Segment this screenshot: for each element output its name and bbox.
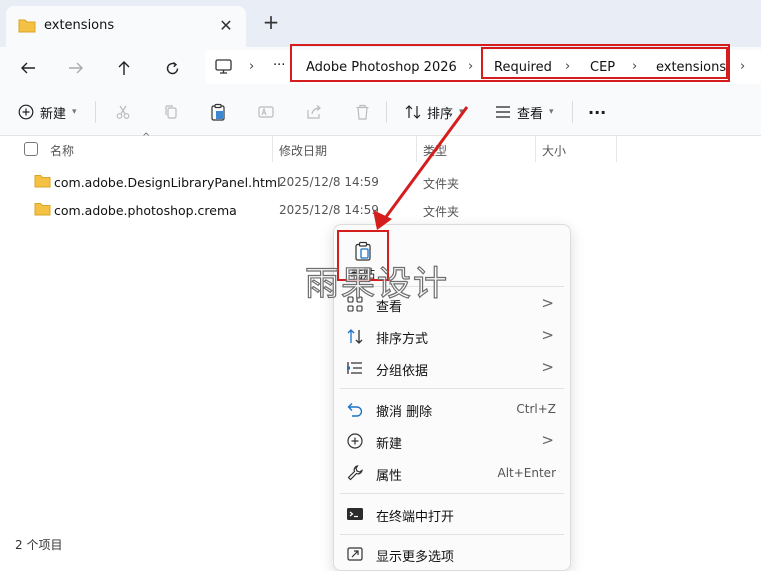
select-all-checkbox[interactable] [24, 142, 38, 156]
column-type[interactable]: 类型 [423, 142, 447, 159]
view-label: 查看 [517, 106, 544, 122]
navigation-bar: › ··· Adobe Photoshop 2026 › Required › … [0, 44, 761, 89]
menu-item-show-more[interactable]: 显示更多选项 [334, 539, 570, 569]
column-divider[interactable] [616, 136, 617, 162]
column-header: ^ 名称 修改日期 类型 大小 [0, 132, 761, 162]
chevron-right-icon: > [541, 326, 554, 344]
plus-circle-icon [346, 432, 364, 450]
sort-icon [346, 327, 364, 345]
menu-item-open-terminal[interactable]: 在终端中打开 [334, 499, 570, 529]
new-button[interactable]: 新建 ▾ [18, 99, 77, 125]
address-more-button[interactable]: ··· [273, 58, 285, 73]
subpath-highlight-box [481, 47, 728, 79]
file-row[interactable]: com.adobe.photoshop.crema 2025/12/8 14:5… [0, 197, 600, 223]
close-tab-icon[interactable]: ✕ [216, 15, 236, 35]
wrench-icon [346, 464, 364, 482]
sort-label: 排序 [427, 106, 454, 122]
file-name[interactable]: com.adobe.photoshop.crema [54, 203, 237, 218]
menu-item-properties[interactable]: 属性 Alt+Enter [334, 458, 570, 488]
chevron-right-icon: > [541, 431, 554, 449]
menu-item-new[interactable]: 新建 > [334, 426, 570, 456]
file-type: 文件夹 [423, 177, 460, 191]
new-tab-button[interactable]: + [260, 12, 282, 34]
menu-item-undo-delete[interactable]: 撤消 删除 Ctrl+Z [334, 394, 570, 424]
chevron-right-icon: › [249, 59, 255, 74]
chevron-right-icon: › [740, 59, 746, 74]
menu-divider [340, 534, 564, 535]
menu-item-label: 新建 [376, 437, 403, 452]
chevron-right-icon: > [541, 294, 554, 312]
share-icon[interactable] [306, 99, 322, 125]
menu-divider [340, 493, 564, 494]
column-size[interactable]: 大小 [542, 142, 566, 159]
file-row[interactable]: com.adobe.DesignLibraryPanel.html 2025/1… [0, 169, 600, 195]
view-lines-icon [496, 106, 510, 118]
menu-item-sort-by[interactable]: 排序方式 > [334, 321, 570, 351]
back-arrow-icon[interactable] [14, 55, 42, 81]
cut-icon[interactable] [115, 99, 131, 125]
column-modified[interactable]: 修改日期 [279, 142, 327, 159]
delete-icon[interactable] [355, 99, 370, 125]
column-divider[interactable] [416, 136, 417, 162]
refresh-icon[interactable] [158, 55, 186, 81]
sort-button[interactable]: 排序 ▾ [405, 99, 464, 125]
tab-extensions[interactable]: extensions ✕ [6, 6, 246, 47]
folder-icon [18, 18, 36, 37]
more-options-button[interactable]: ··· [588, 99, 606, 125]
computer-icon[interactable] [215, 59, 232, 78]
sort-asc-icon: ^ [142, 132, 151, 143]
plus-circle-icon [18, 104, 34, 120]
divider [572, 101, 573, 123]
title-bar: extensions ✕ + [0, 0, 761, 47]
file-name[interactable]: com.adobe.DesignLibraryPanel.html [54, 175, 281, 190]
terminal-icon [346, 505, 364, 523]
menu-item-group-by[interactable]: 分组依据 > [334, 353, 570, 383]
chevron-down-icon: ▾ [459, 107, 464, 117]
menu-item-label: 撤消 删除 [376, 405, 433, 420]
folder-icon [34, 174, 51, 192]
chevron-down-icon: ▾ [549, 107, 554, 117]
menu-item-label: 显示更多选项 [376, 550, 455, 565]
menu-item-label: 排序方式 [376, 332, 429, 347]
menu-item-label: 在终端中打开 [376, 510, 455, 525]
tab-title: extensions [44, 18, 115, 33]
new-label: 新建 [40, 106, 67, 122]
menu-item-label: 属性 [376, 469, 403, 484]
copy-icon[interactable] [163, 99, 179, 125]
paste-icon[interactable] [210, 99, 226, 125]
up-arrow-icon[interactable] [110, 55, 138, 81]
undo-icon [346, 400, 364, 418]
status-item-count: 2 个项目 [15, 538, 63, 552]
column-divider[interactable] [272, 136, 273, 162]
divider [95, 101, 96, 123]
sort-icon [405, 105, 421, 119]
watermark-text: 雨果设计 [304, 263, 449, 304]
expand-icon [346, 545, 364, 563]
chevron-down-icon: ▾ [72, 107, 77, 117]
forward-arrow-icon[interactable] [62, 55, 90, 81]
menu-item-label: 分组依据 [376, 364, 429, 379]
column-divider[interactable] [535, 136, 536, 162]
chevron-right-icon: > [541, 358, 554, 376]
file-modified: 2025/12/8 14:59 [279, 203, 379, 217]
view-button[interactable]: 查看 ▾ [495, 99, 554, 125]
shortcut-text: Ctrl+Z [516, 402, 556, 416]
file-type: 文件夹 [423, 205, 460, 219]
column-name[interactable]: 名称 [50, 142, 74, 159]
menu-divider [340, 388, 564, 389]
folder-icon [34, 202, 51, 220]
group-list-icon [346, 359, 364, 377]
command-bar: 新建 ▾ 排序 ▾ 查看 ▾ ··· [0, 89, 761, 136]
file-modified: 2025/12/8 14:59 [279, 175, 379, 189]
shortcut-text: Alt+Enter [497, 466, 556, 480]
rename-icon[interactable] [258, 99, 274, 125]
divider [386, 101, 387, 123]
